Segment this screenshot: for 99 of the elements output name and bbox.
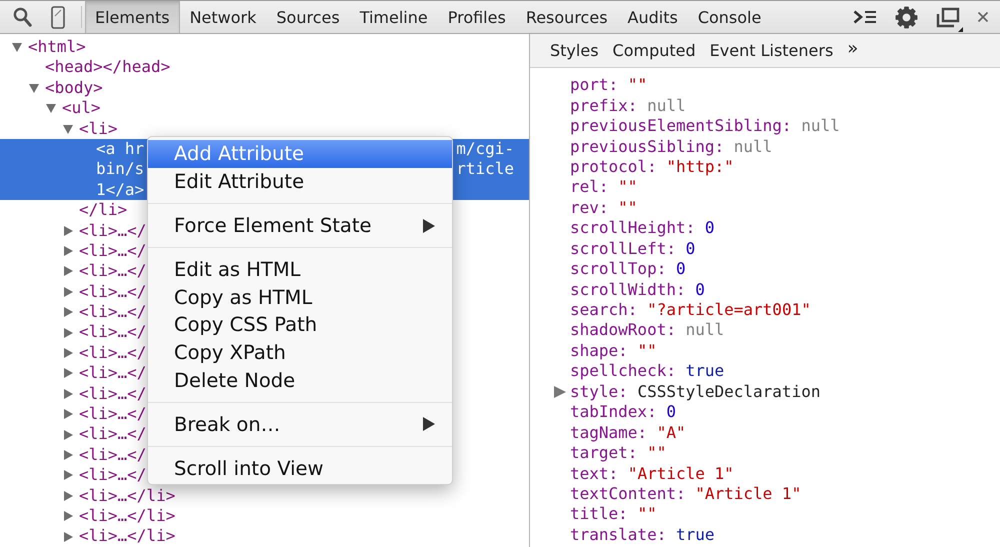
property-line: target: ""	[570, 443, 666, 464]
dom-tree-node[interactable]: <ul>	[46, 98, 101, 119]
sidebar-tab[interactable]: Computed	[606, 36, 703, 64]
phone-icon[interactable]	[51, 6, 65, 28]
close-icon[interactable]	[977, 11, 989, 23]
property-line: rel: ""	[570, 177, 638, 198]
dom-tree-node[interactable]: <li>…</	[63, 444, 146, 466]
sidebar-tab[interactable]: Styles	[543, 36, 606, 64]
dom-tree-node[interactable]: <li>…</li>	[63, 526, 176, 547]
console-icon[interactable]	[853, 10, 877, 24]
disclosure-triangle-icon[interactable]	[63, 266, 73, 276]
menu-item[interactable]: Edit Attribute	[148, 168, 452, 196]
disclosure-triangle-icon[interactable]	[63, 328, 73, 338]
menu-item[interactable]: Scroll into View	[148, 454, 452, 482]
disclosure-triangle-icon[interactable]	[46, 103, 56, 114]
sidebar-tab[interactable]: Event Listeners	[702, 36, 840, 64]
disclosure-triangle-icon[interactable]	[63, 450, 73, 460]
dom-tree-node[interactable]: <html>	[12, 37, 86, 58]
dom-tree-node[interactable]: <li>…</	[63, 302, 146, 322]
markup-text: rticle	[456, 159, 514, 180]
property-line: spellcheck: true	[570, 361, 724, 382]
property-line: text: "Article 1"	[570, 464, 734, 484]
dom-tree-node[interactable]: <li>…</li>	[63, 486, 176, 506]
property-line: previousElementSibling: null	[570, 116, 840, 136]
menu-item[interactable]: Copy as HTML	[148, 284, 452, 312]
disclosure-triangle-icon[interactable]	[63, 307, 73, 318]
property-line: tabIndex: 0	[570, 402, 676, 422]
dom-tree-node[interactable]: <li>…</	[63, 465, 146, 486]
dom-tree-node[interactable]: <li>…</	[63, 404, 146, 424]
markup-text: bin/s	[96, 159, 144, 180]
property-line: shape: ""	[570, 340, 657, 361]
dom-tree-node[interactable]: <li>	[63, 118, 118, 139]
disclosure-triangle-icon[interactable]	[63, 286, 73, 297]
property-line: shadowRoot: null	[570, 320, 724, 340]
disclosure-triangle-icon[interactable]	[63, 470, 73, 480]
markup-text: 1</a>	[96, 180, 144, 200]
property-line: rev: ""	[570, 198, 638, 218]
disclosure-triangle-icon[interactable]	[63, 246, 73, 256]
panel-tab[interactable]: Profiles	[438, 1, 516, 33]
disclosure-triangle-icon[interactable]	[63, 348, 73, 358]
more-tabs-button[interactable]: »	[840, 34, 866, 62]
disclosure-triangle-icon[interactable]	[63, 226, 73, 236]
property-line: style: CSSStyleDeclaration	[570, 382, 820, 402]
dom-tree-node[interactable]: <li>…</	[63, 322, 146, 343]
menu-item[interactable]: Delete Node	[148, 366, 452, 394]
disclosure-triangle-icon[interactable]	[29, 82, 39, 93]
property-line: scrollHeight: 0	[570, 218, 715, 238]
property-line: tagName: "A"	[570, 422, 686, 443]
panel-tab[interactable]: Sources	[266, 1, 350, 33]
disclosure-triangle-icon[interactable]	[63, 511, 73, 522]
dom-tree-node[interactable]: <li>…</	[63, 342, 146, 364]
property-line: title: ""	[570, 504, 657, 524]
disclosure-triangle-icon[interactable]	[63, 430, 73, 440]
disclosure-triangle-icon[interactable]	[63, 124, 73, 134]
property-line: scrollTop: 0	[570, 259, 686, 280]
disclosure-triangle-icon[interactable]	[63, 490, 73, 501]
dom-tree-node[interactable]: <li>…</	[63, 261, 146, 282]
dom-tree-node[interactable]: <head></head>	[45, 57, 170, 78]
menu-item[interactable]: Copy CSS Path	[148, 311, 452, 339]
window-layout-icon[interactable]	[935, 6, 963, 32]
dom-tree-node[interactable]: <li>…</	[63, 363, 146, 384]
panel-tab[interactable]: Resources	[516, 1, 618, 33]
markup-text: <a hr	[96, 138, 144, 160]
settings-icon[interactable]	[895, 6, 918, 28]
panel-tab[interactable]: Elements	[85, 1, 180, 33]
menu-item[interactable]: Add Attribute	[148, 140, 452, 168]
markup-text: m/cgi-	[456, 138, 514, 160]
property-line: textContent: "Article 1"	[570, 484, 802, 504]
dom-tree-node[interactable]: <li>…</li>	[63, 506, 176, 526]
disclosure-triangle-icon[interactable]	[63, 532, 73, 542]
panel-tab[interactable]: Console	[688, 1, 772, 33]
property-line: prefix: null	[570, 96, 686, 116]
panel-tab[interactable]: Network	[180, 1, 266, 33]
panel-tab[interactable]: Audits	[618, 1, 688, 33]
property-line: port: ""	[570, 75, 648, 96]
property-line: translate: true	[570, 524, 714, 545]
dom-tree-node[interactable]: <li>…</	[63, 384, 146, 404]
property-line: scrollLeft: 0	[570, 238, 696, 259]
disclosure-triangle-icon[interactable]	[63, 368, 73, 378]
property-line: previousSibling: null	[570, 136, 772, 157]
property-line: scrollWidth: 0	[570, 280, 705, 300]
disclosure-triangle-icon[interactable]	[63, 409, 73, 420]
dom-tree-node[interactable]: </li>	[79, 200, 128, 221]
property-line: search: "?article=art001"	[570, 300, 811, 320]
property-line: protocol: "http:"	[570, 156, 734, 177]
menu-item[interactable]: Break on…	[148, 410, 452, 438]
disclosure-triangle-icon[interactable]	[12, 42, 22, 52]
menu-item[interactable]: Copy XPath	[148, 338, 452, 366]
panel-tab[interactable]: Timeline	[350, 1, 438, 33]
dom-tree-node[interactable]: <body>	[29, 78, 103, 98]
dom-tree-node[interactable]: <li>…</	[63, 424, 146, 445]
dom-tree-node[interactable]: <li>…</	[63, 282, 146, 302]
menu-item[interactable]: Force Element State	[148, 212, 452, 240]
dom-tree-node[interactable]: <li>…</	[63, 240, 146, 262]
dom-tree-node[interactable]: <li>…</	[63, 220, 146, 241]
search-icon[interactable]	[13, 7, 32, 27]
menu-item[interactable]: Edit as HTML	[148, 256, 452, 284]
disclosure-triangle-icon[interactable]	[554, 386, 566, 398]
disclosure-triangle-icon[interactable]	[63, 388, 73, 399]
